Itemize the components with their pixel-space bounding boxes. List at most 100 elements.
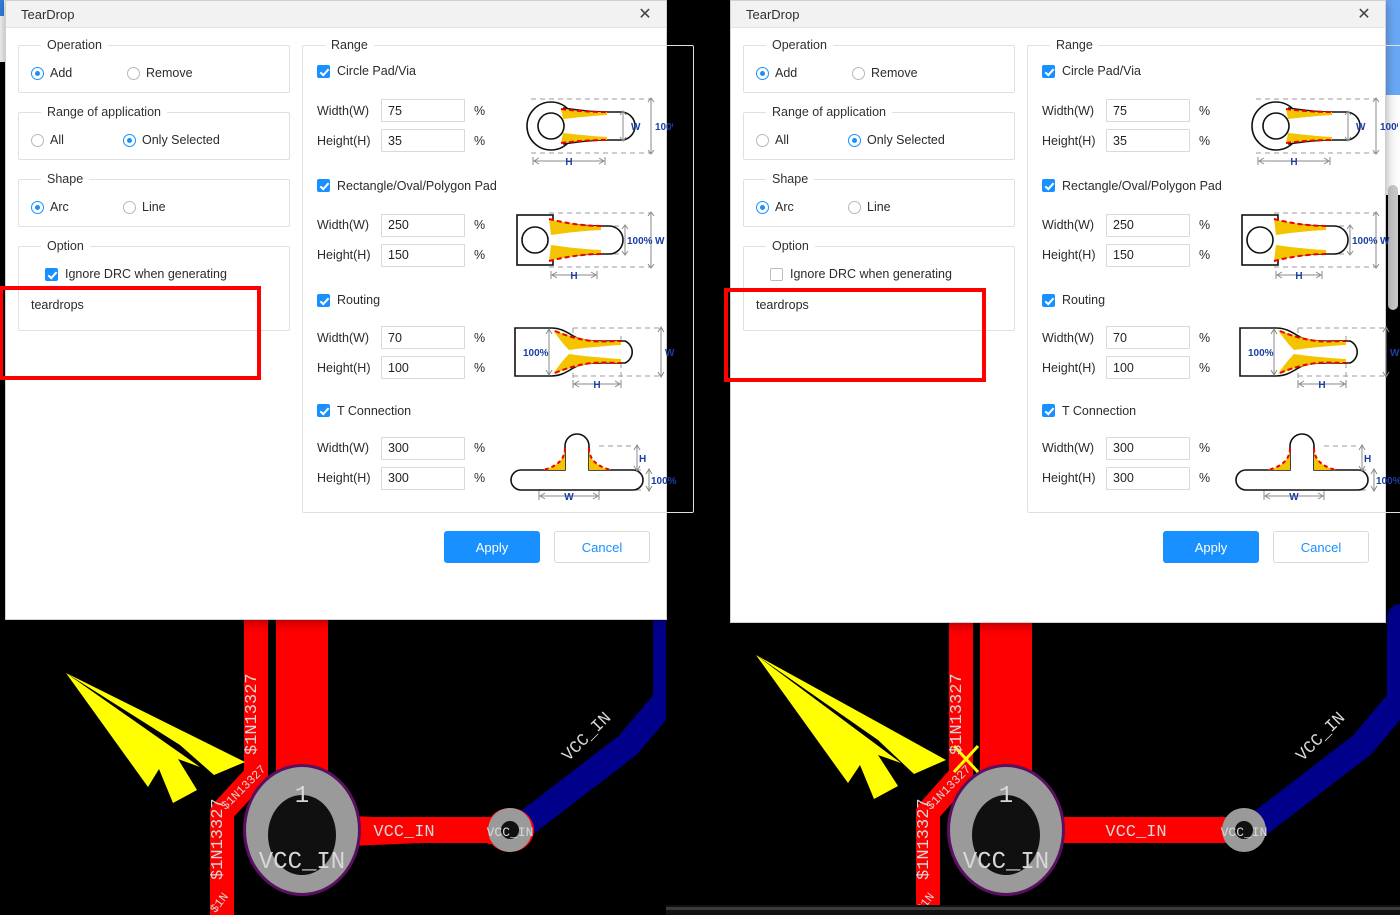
width-input-routing[interactable] [1106,326,1190,349]
section-label: Rectangle/Oval/Polygon Pad [337,178,497,193]
height-input-routing[interactable] [381,356,465,379]
height-input-rect-pad[interactable] [1106,243,1190,267]
svg-text:VCC_IN: VCC_IN [373,823,434,842]
radio-shape-line[interactable]: Line [848,200,891,214]
checkbox-routing[interactable]: Routing [317,293,380,307]
radio-range-only-selected[interactable]: Only Selected [848,133,945,147]
section-routing: Routing Width(W) % Height(H) [313,287,683,392]
svg-text:$1N13327: $1N13327 [243,673,262,755]
teardrop-dialog-left[interactable]: TearDrop ✕ Operation Add Remove Range of… [0,0,694,620]
radio-dot-icon [31,200,44,214]
radio-label: Remove [146,66,193,80]
width-label: Width(W) [317,218,370,232]
radio-operation-remove[interactable]: Remove [852,66,918,80]
radio-operation-remove[interactable]: Remove [127,66,193,80]
checkbox-rect-oval-polygon-pad[interactable]: Rectangle/Oval/Polygon Pad [1042,179,1222,193]
height-input-t-connection[interactable] [1106,466,1190,490]
radio-range-all[interactable]: All [756,133,848,147]
operation-legend: Operation [772,38,827,52]
range-group: Range Circle Pad/Via Width(W) 75 % Heigh… [1027,38,1400,513]
radio-operation-add[interactable]: Add [756,66,852,80]
percent-symbol: % [1199,360,1211,375]
radio-dot-icon [123,133,136,147]
width-input-t-connection[interactable] [1106,436,1190,460]
cancel-button[interactable]: Cancel [554,531,650,563]
checkbox-ignore-drc[interactable]: Ignore DRC when generating [45,267,227,281]
app-accent-sliver [0,0,4,16]
width-input-circle-pad-via[interactable] [1106,99,1190,122]
close-icon[interactable]: ✕ [630,2,660,26]
checkbox-routing[interactable]: Routing [1042,293,1105,307]
height-label: Height(H) [1042,360,1096,375]
checkbox-box-icon [317,404,330,417]
checkbox-t-connection[interactable]: T Connection [1042,404,1136,418]
height-label: Height(H) [317,360,371,375]
percent-symbol: % [1199,441,1211,455]
svg-text:100%: 100% [1248,348,1274,359]
option-label-wrap: teardrops [756,297,809,312]
radio-label: Add [50,66,73,80]
width-input-rect-pad[interactable] [381,213,465,237]
svg-text:W: W [631,122,641,133]
dialog-title: TearDrop [21,6,75,22]
radio-label: Only Selected [867,133,945,147]
apply-button[interactable]: Apply [444,531,540,563]
height-label: Height(H) [317,133,371,148]
radio-shape-arc[interactable]: Arc [31,200,123,214]
radio-shape-arc[interactable]: Arc [756,200,848,214]
checkbox-box-icon [317,293,330,307]
option-legend: Option [772,239,809,253]
radio-shape-line[interactable]: Line [123,200,166,214]
dialog-titlebar[interactable]: TearDrop ✕ [731,1,1385,28]
checkbox-box-icon [317,179,330,192]
section-circle-pad-via: Circle Pad/Via Width(W) % Height(H) [1038,58,1400,167]
checkbox-ignore-drc[interactable]: Ignore DRC when generating [770,267,952,281]
width-input-routing[interactable] [381,326,465,349]
svg-text:1: 1 [999,783,1013,810]
width-label: Width(W) [1042,218,1095,232]
width-label: Width(W) [1042,441,1095,455]
width-input-t-connection[interactable] [381,436,465,460]
rect-pad-teardrop-figure: W H 100% [1228,199,1400,281]
routing-teardrop-figure: 100% H W [1228,314,1400,392]
svg-text:H: H [570,271,577,281]
checkbox-box-icon [1042,293,1055,307]
width-label: Width(W) [1042,330,1095,345]
height-label: Height(H) [1042,133,1096,148]
height-input-rect-pad[interactable] [381,243,465,267]
radio-range-all[interactable]: All [31,133,123,147]
range-of-application-legend: Range of application [47,105,161,119]
checkbox-circle-pad-via[interactable]: Circle Pad/Via [1042,64,1141,78]
checkbox-circle-pad-via[interactable]: Circle Pad/Via [317,64,416,78]
range-legend: Range [331,38,368,52]
height-input-routing[interactable] [1106,356,1190,379]
width-label: Width(W) [317,330,370,345]
height-input-circle-pad-via[interactable] [381,129,465,152]
svg-text:W: W [564,492,574,502]
teardrop-dialog-right[interactable]: TearDrop ✕ Operation Add Remove Range of… [724,0,1400,623]
section-circle-pad-via: Circle Pad/Via Width(W) % Height(H) [313,58,683,167]
cancel-button[interactable]: Cancel [1273,531,1369,563]
checkbox-t-connection[interactable]: T Connection [317,404,411,418]
svg-text:100%: 100% [523,348,549,359]
svg-text:H: H [639,454,646,465]
width-input-circle-pad-via[interactable] [381,99,465,122]
height-input-t-connection[interactable] [381,466,465,490]
height-input-circle-pad-via[interactable] [1106,129,1190,152]
section-label: T Connection [1062,403,1137,418]
close-icon[interactable]: ✕ [1349,2,1379,26]
radio-range-only-selected[interactable]: Only Selected [123,133,220,147]
radio-dot-icon [756,66,769,80]
radio-dot-icon [31,133,44,147]
radio-operation-add[interactable]: Add [31,66,127,80]
checkbox-box-icon [1042,179,1055,192]
radio-dot-icon [756,133,769,147]
checkbox-rect-oval-polygon-pad[interactable]: Rectangle/Oval/Polygon Pad [317,179,497,193]
radio-dot-icon [31,66,44,80]
svg-text:W: W [655,236,665,247]
range-of-application-group: Range of application All Only Selected [743,105,1015,160]
circle-pad-via-teardrop-figure: W H 100% [503,85,683,167]
dialog-titlebar[interactable]: TearDrop ✕ [6,1,666,28]
width-input-rect-pad[interactable] [1106,213,1190,237]
apply-button[interactable]: Apply [1163,531,1259,563]
